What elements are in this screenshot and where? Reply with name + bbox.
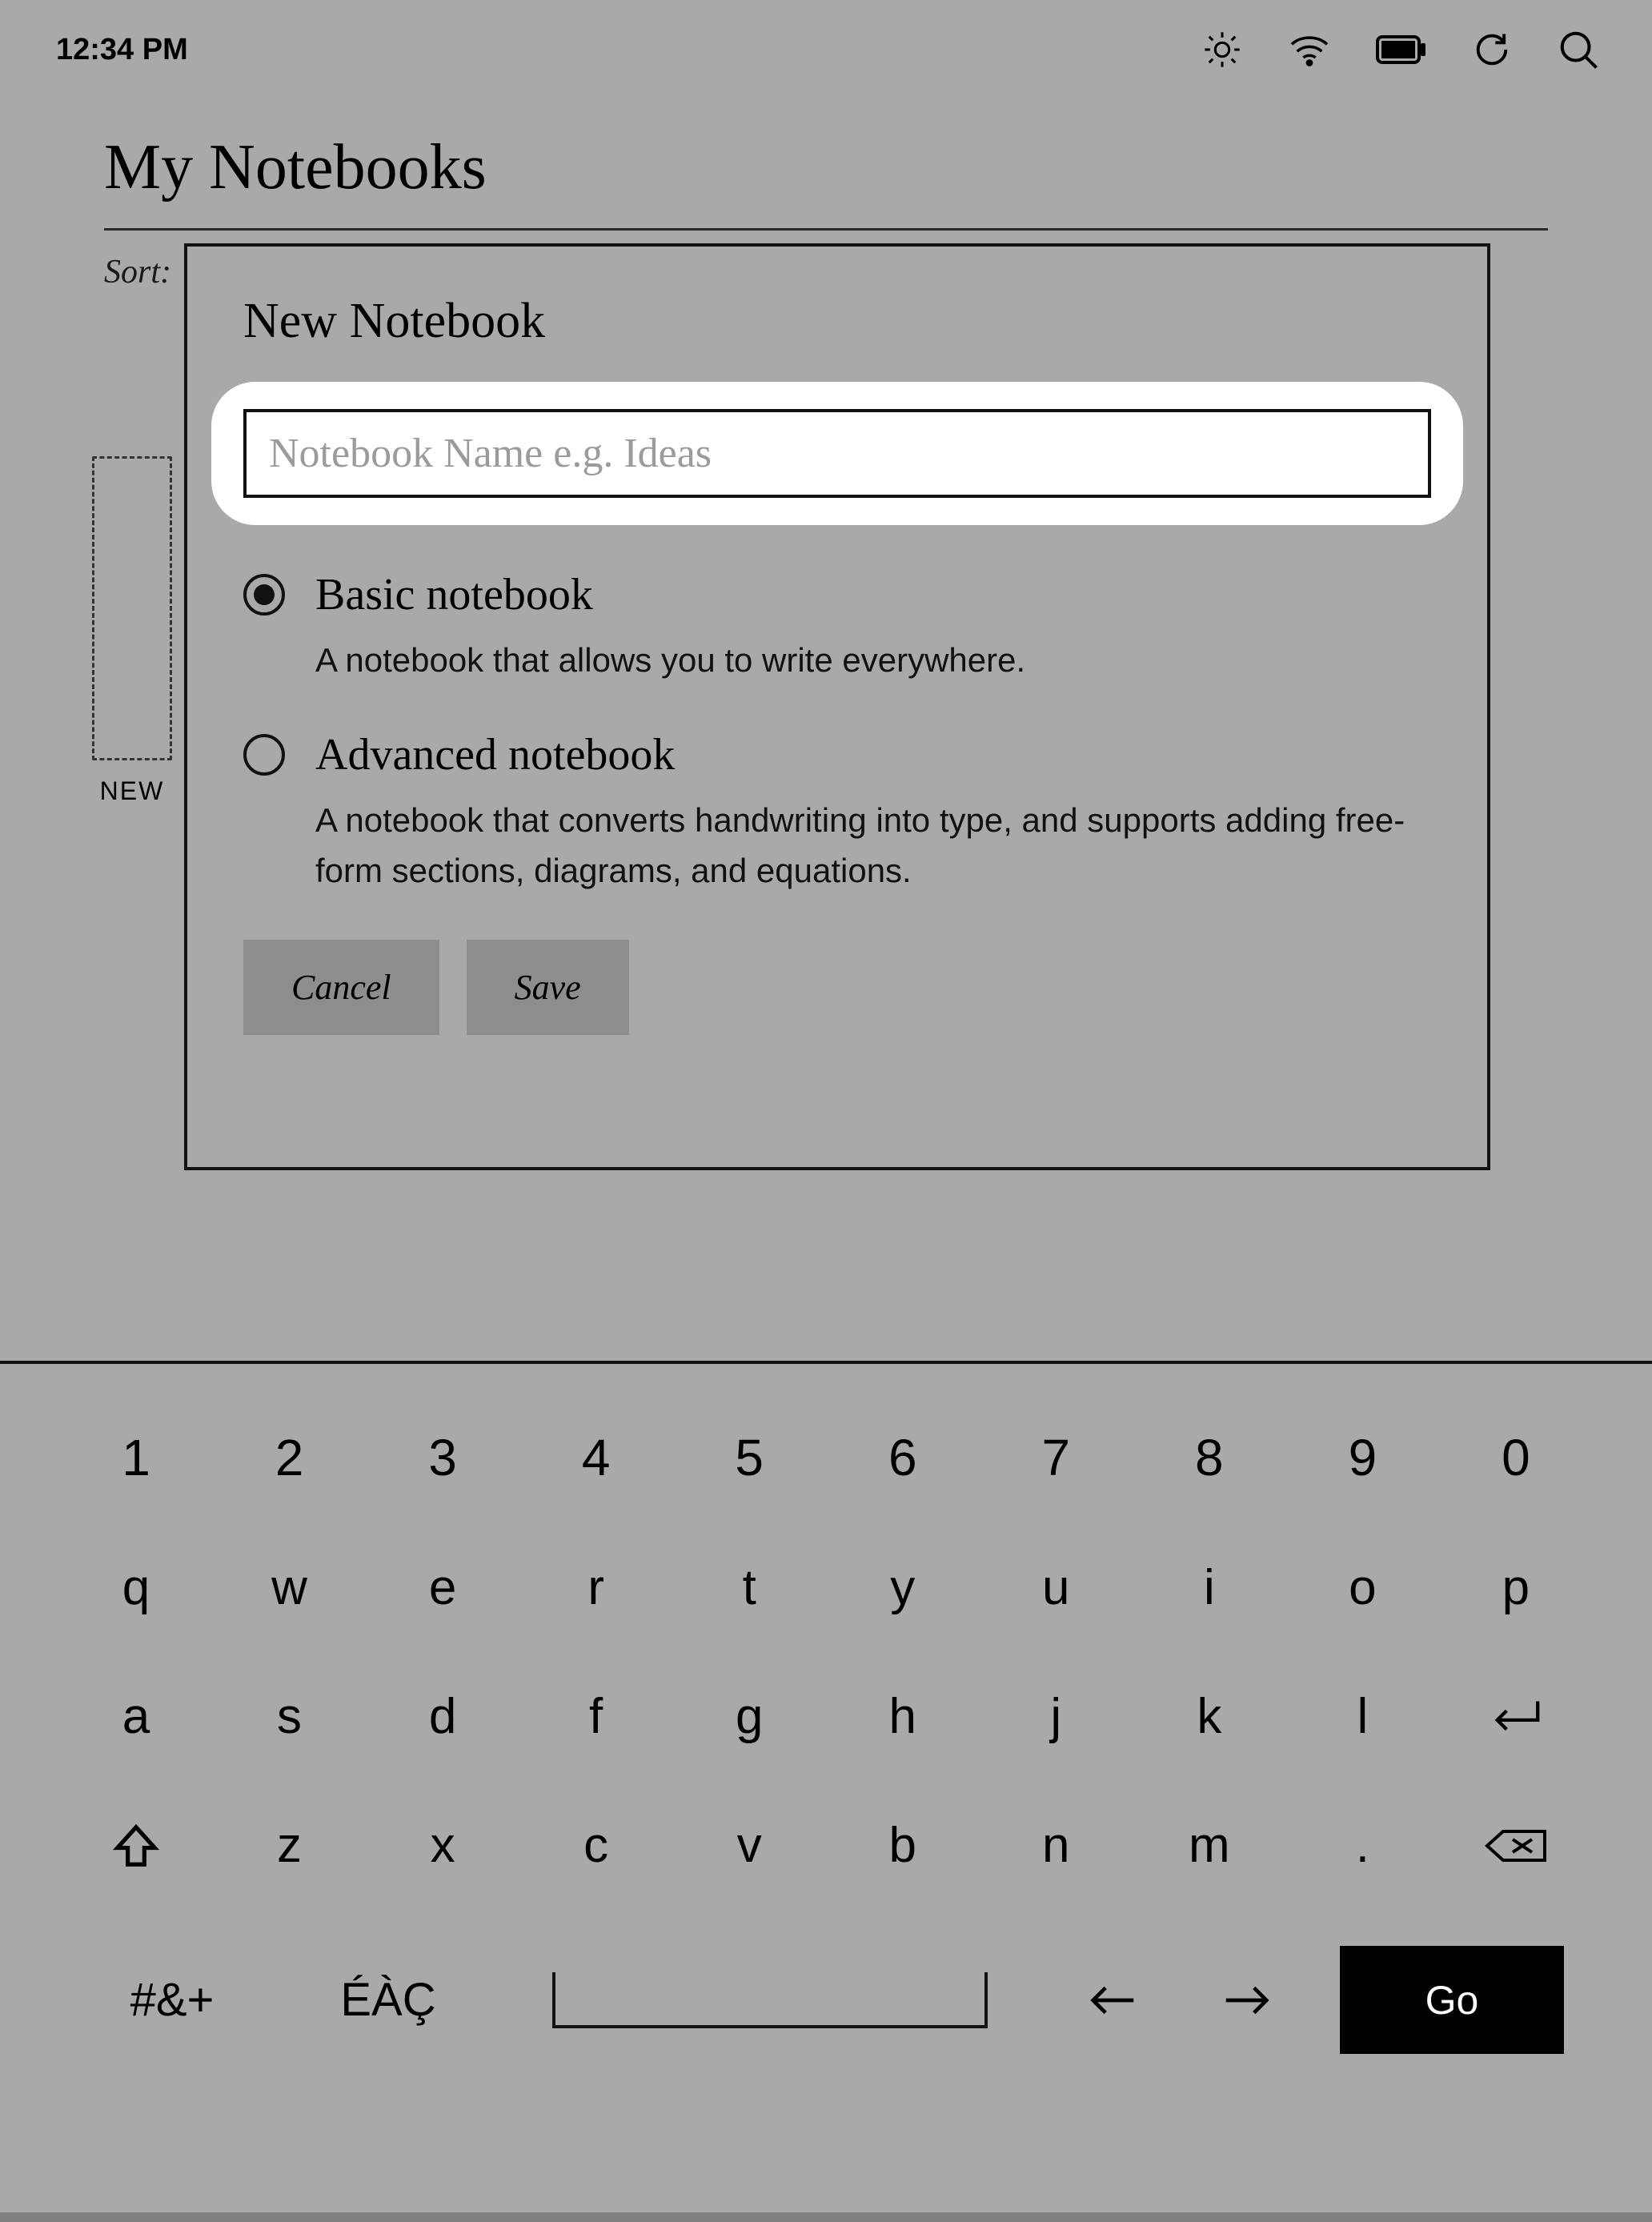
- new-notebook-tile-label: NEW: [92, 776, 172, 806]
- key-v[interactable]: v: [701, 1817, 797, 1874]
- key-o[interactable]: o: [1314, 1559, 1410, 1616]
- keyboard-row-bottom: #&+ ÉÀÇ Go: [88, 1946, 1564, 2054]
- key-u[interactable]: u: [1008, 1559, 1104, 1616]
- wifi-icon[interactable]: [1287, 32, 1332, 67]
- key-space[interactable]: [552, 1972, 988, 2028]
- key-m[interactable]: m: [1161, 1817, 1257, 1874]
- key-k[interactable]: k: [1161, 1688, 1257, 1745]
- battery-icon[interactable]: [1376, 35, 1427, 64]
- key-accents[interactable]: ÉÀÇ: [304, 1973, 472, 2027]
- key-a[interactable]: a: [88, 1688, 184, 1745]
- keyboard-row-q: q w e r t y u i o p: [88, 1559, 1564, 1616]
- dialog-title: New Notebook: [243, 293, 1431, 350]
- basic-notebook-title: Basic notebook: [315, 569, 1025, 620]
- key-w[interactable]: w: [242, 1559, 338, 1616]
- key-y[interactable]: y: [855, 1559, 951, 1616]
- advanced-notebook-title: Advanced notebook: [315, 729, 1431, 780]
- key-3[interactable]: 3: [395, 1428, 491, 1487]
- notebook-name-highlight: [211, 382, 1463, 525]
- key-b[interactable]: b: [855, 1817, 951, 1874]
- advanced-notebook-option[interactable]: Advanced notebook A notebook that conver…: [243, 729, 1431, 896]
- status-bar: 12:34 PM: [0, 0, 1652, 99]
- clock: 12:34 PM: [56, 33, 188, 67]
- key-q[interactable]: q: [88, 1559, 184, 1616]
- key-i[interactable]: i: [1161, 1559, 1257, 1616]
- key-e[interactable]: e: [395, 1559, 491, 1616]
- key-arrow-right[interactable]: [1204, 1980, 1292, 2020]
- save-button[interactable]: Save: [467, 940, 629, 1035]
- key-c[interactable]: c: [548, 1817, 644, 1874]
- key-8[interactable]: 8: [1161, 1428, 1257, 1487]
- key-g[interactable]: g: [701, 1688, 797, 1745]
- key-l[interactable]: l: [1314, 1688, 1410, 1745]
- new-notebook-dialog: New Notebook Basic notebook A notebook t…: [184, 243, 1490, 1170]
- page-title: My Notebooks: [104, 99, 1548, 231]
- key-n[interactable]: n: [1008, 1817, 1104, 1874]
- key-backspace[interactable]: [1468, 1826, 1564, 1866]
- key-7[interactable]: 7: [1008, 1428, 1104, 1487]
- sync-icon[interactable]: [1471, 29, 1513, 70]
- key-enter[interactable]: [1468, 1697, 1564, 1737]
- search-icon[interactable]: [1557, 28, 1600, 71]
- key-s[interactable]: s: [242, 1688, 338, 1745]
- basic-notebook-desc: A notebook that allows you to write ever…: [315, 635, 1025, 685]
- key-z[interactable]: z: [242, 1817, 338, 1874]
- key-symbols[interactable]: #&+: [88, 1973, 256, 2027]
- key-4[interactable]: 4: [548, 1428, 644, 1487]
- radio-selected-icon: [243, 574, 285, 616]
- key-p[interactable]: p: [1468, 1559, 1564, 1616]
- on-screen-keyboard: 1 2 3 4 5 6 7 8 9 0 q w e r t y u i o p …: [0, 1361, 1652, 2110]
- key-r[interactable]: r: [548, 1559, 644, 1616]
- key-go[interactable]: Go: [1340, 1946, 1564, 2054]
- key-5[interactable]: 5: [701, 1428, 797, 1487]
- brightness-icon[interactable]: [1201, 29, 1243, 70]
- keyboard-row-a: a s d f g h j k l: [88, 1688, 1564, 1745]
- notebook-name-input[interactable]: [243, 409, 1431, 498]
- key-period[interactable]: .: [1314, 1817, 1410, 1874]
- key-j[interactable]: j: [1008, 1688, 1104, 1745]
- key-arrow-left[interactable]: [1068, 1980, 1156, 2020]
- basic-notebook-option[interactable]: Basic notebook A notebook that allows yo…: [243, 569, 1431, 685]
- key-shift[interactable]: [88, 1821, 184, 1871]
- key-1[interactable]: 1: [88, 1428, 184, 1487]
- key-x[interactable]: x: [395, 1817, 491, 1874]
- bottom-border: [0, 2212, 1652, 2222]
- key-9[interactable]: 9: [1314, 1428, 1410, 1487]
- key-f[interactable]: f: [548, 1688, 644, 1745]
- radio-unselected-icon: [243, 734, 285, 776]
- key-h[interactable]: h: [855, 1688, 951, 1745]
- key-6[interactable]: 6: [855, 1428, 951, 1487]
- new-notebook-tile-box: [92, 456, 172, 760]
- key-t[interactable]: t: [701, 1559, 797, 1616]
- cancel-button[interactable]: Cancel: [243, 940, 439, 1035]
- status-icons: [1201, 28, 1600, 71]
- key-2[interactable]: 2: [242, 1428, 338, 1487]
- advanced-notebook-desc: A notebook that converts handwriting int…: [315, 795, 1431, 896]
- key-0[interactable]: 0: [1468, 1428, 1564, 1487]
- key-d[interactable]: d: [395, 1688, 491, 1745]
- new-notebook-tile[interactable]: NEW: [92, 456, 172, 806]
- keyboard-row-z: z x c v b n m .: [88, 1817, 1564, 1874]
- keyboard-row-numbers: 1 2 3 4 5 6 7 8 9 0: [88, 1428, 1564, 1487]
